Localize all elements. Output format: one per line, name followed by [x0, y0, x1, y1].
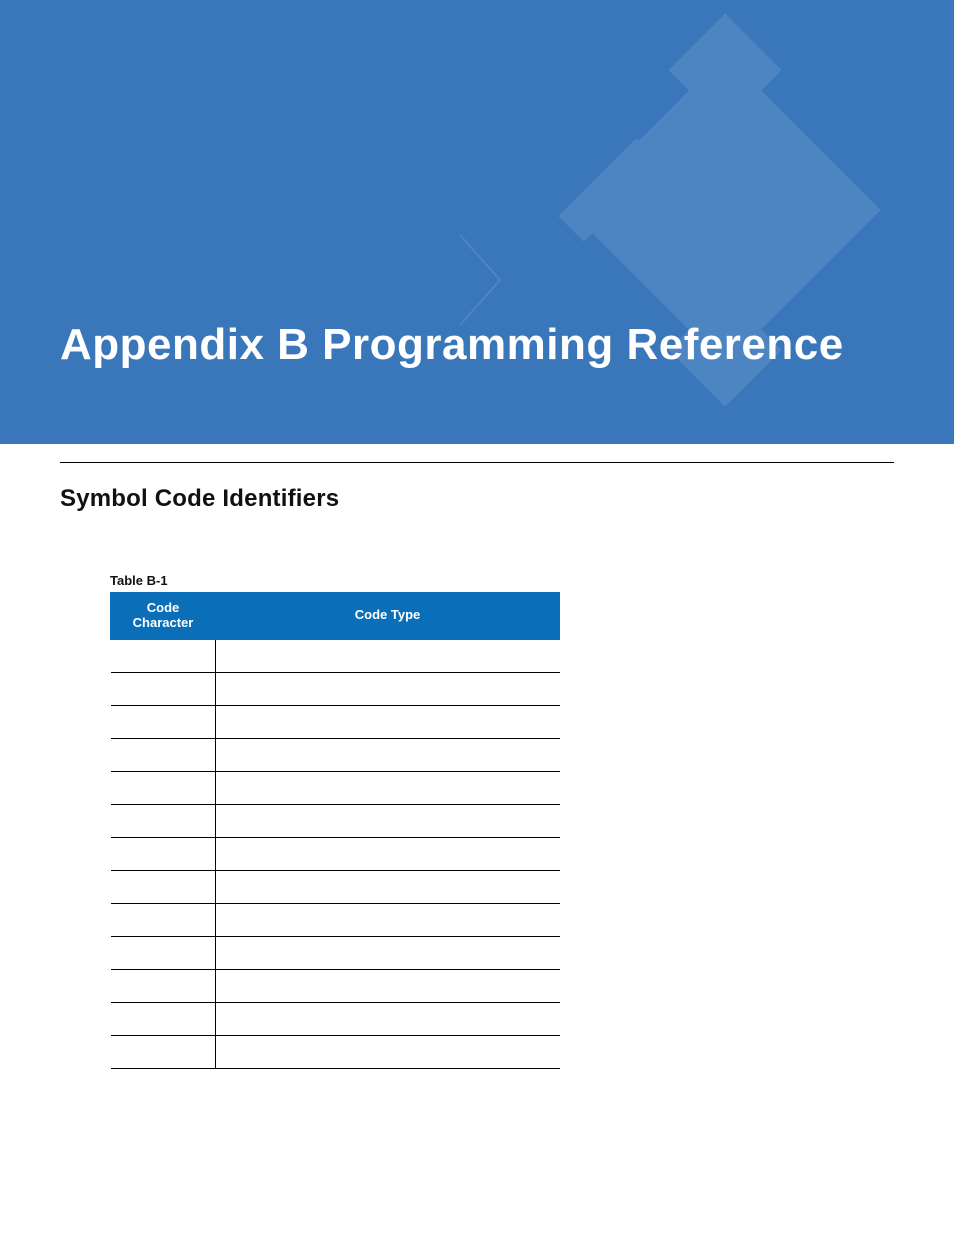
banner: Appendix B Programming Reference — [0, 0, 954, 444]
table-row — [111, 1002, 560, 1035]
cell-code — [111, 870, 216, 903]
cell-type — [216, 969, 560, 1002]
cell-code — [111, 969, 216, 1002]
code-identifiers-table: CodeCharacter Code Type — [110, 592, 560, 1069]
cell-type — [216, 771, 560, 804]
horizontal-rule — [60, 462, 894, 463]
table-row — [111, 672, 560, 705]
cell-code — [111, 936, 216, 969]
table-row — [111, 738, 560, 771]
cell-code — [111, 738, 216, 771]
table-header-code-character: CodeCharacter — [111, 593, 216, 640]
table-row — [111, 870, 560, 903]
table-row — [111, 936, 560, 969]
table-row — [111, 804, 560, 837]
cell-type — [216, 672, 560, 705]
page-title: Appendix B Programming Reference — [60, 320, 844, 370]
cell-type — [216, 936, 560, 969]
cell-type — [216, 804, 560, 837]
cell-code — [111, 672, 216, 705]
table-row — [111, 837, 560, 870]
cell-code — [111, 1035, 216, 1068]
table-body — [111, 639, 560, 1068]
table-row — [111, 639, 560, 672]
banner-decoration-icon — [0, 0, 954, 444]
cell-code — [111, 837, 216, 870]
table-label: Table B-1 — [110, 573, 560, 588]
table-header-row: CodeCharacter Code Type — [111, 593, 560, 640]
section-title: Symbol Code Identifiers — [60, 485, 894, 513]
cell-type — [216, 738, 560, 771]
cell-type — [216, 705, 560, 738]
table-row — [111, 705, 560, 738]
cell-type — [216, 903, 560, 936]
content-area: Symbol Code Identifiers Table B-1 CodeCh… — [0, 462, 954, 1069]
cell-type — [216, 639, 560, 672]
cell-type — [216, 837, 560, 870]
table-row — [111, 903, 560, 936]
cell-code — [111, 804, 216, 837]
table-container: Table B-1 CodeCharacter Code Type — [110, 573, 560, 1069]
cell-code — [111, 1002, 216, 1035]
cell-code — [111, 771, 216, 804]
cell-code — [111, 639, 216, 672]
cell-type — [216, 1035, 560, 1068]
table-header-code-type: Code Type — [216, 593, 560, 640]
cell-type — [216, 1002, 560, 1035]
table-row — [111, 1035, 560, 1068]
cell-code — [111, 705, 216, 738]
table-row — [111, 969, 560, 1002]
page: Appendix B Programming Reference Symbol … — [0, 0, 954, 1235]
table-row — [111, 771, 560, 804]
cell-type — [216, 870, 560, 903]
cell-code — [111, 903, 216, 936]
